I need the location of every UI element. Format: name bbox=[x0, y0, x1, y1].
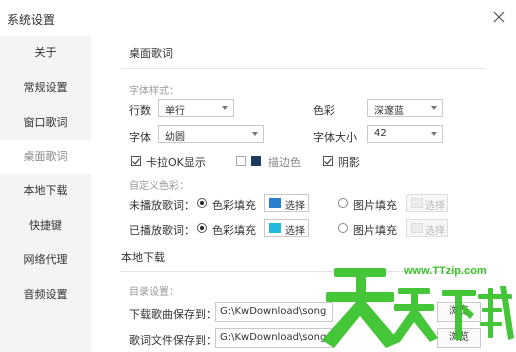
settings-content: 桌面歌词 字体样式： 行数 单行 色彩 深邃蓝 字体 幼圆 字体大小 42 卡拉… bbox=[91, 36, 516, 352]
select-button-label: 选择 bbox=[425, 226, 445, 237]
select-button-label: 选择 bbox=[285, 226, 305, 237]
sidebar-item-local-download[interactable]: 本地下载 bbox=[0, 174, 91, 208]
image-swatch-icon bbox=[411, 223, 423, 233]
sidebar-item-label: 快捷键 bbox=[29, 219, 62, 232]
unplayed-image-fill-label: 图片填充 bbox=[353, 199, 397, 212]
image-swatch-icon bbox=[411, 198, 423, 208]
font-label: 字体 bbox=[129, 131, 151, 144]
font-size-label: 字体大小 bbox=[313, 131, 357, 144]
played-color-fill-label: 色彩填充 bbox=[212, 224, 256, 237]
chevron-down-icon bbox=[431, 132, 437, 136]
lyrics-save-path-input[interactable]: G:\KwDownload\song bbox=[215, 328, 333, 348]
sidebar-item-label: 桌面歌词 bbox=[23, 150, 68, 163]
shadow-checkbox[interactable] bbox=[323, 156, 333, 166]
font-select-value: 幼圆 bbox=[165, 132, 185, 143]
settings-sidebar: 关于 常规设置 窗口歌词 桌面歌词 本地下载 快捷键 网络代理 音频设置 bbox=[0, 36, 91, 352]
shadow-label: 阴影 bbox=[338, 156, 360, 169]
sidebar-item-label: 本地下载 bbox=[23, 184, 68, 197]
played-image-fill-label: 图片填充 bbox=[353, 224, 397, 237]
color-swatch-icon bbox=[269, 223, 281, 233]
song-save-path-value: G:\KwDownload\song bbox=[220, 306, 327, 317]
chevron-down-icon bbox=[252, 132, 258, 136]
font-size-select[interactable]: 42 bbox=[367, 125, 443, 143]
directory-group-label: 目录设置： bbox=[129, 287, 179, 298]
played-color-select-button[interactable]: 选择 bbox=[264, 219, 309, 237]
chevron-down-icon bbox=[431, 106, 437, 110]
close-icon[interactable] bbox=[491, 9, 507, 25]
font-size-select-value: 42 bbox=[374, 128, 387, 139]
color-select-value: 深邃蓝 bbox=[374, 106, 404, 117]
sidebar-item-proxy[interactable]: 网络代理 bbox=[0, 243, 91, 277]
title-bar: 系统设置 bbox=[0, 0, 516, 36]
chevron-down-icon bbox=[222, 106, 228, 110]
unplayed-image-fill-radio[interactable] bbox=[338, 198, 348, 208]
rows-label: 行数 bbox=[129, 104, 151, 117]
played-image-fill-radio[interactable] bbox=[338, 223, 348, 233]
karaoke-checkbox[interactable] bbox=[131, 156, 141, 166]
song-browse-button[interactable]: 浏览 bbox=[437, 302, 481, 322]
stroke-checkbox[interactable] bbox=[236, 156, 246, 166]
unplayed-image-select-button[interactable]: 选择 bbox=[406, 194, 448, 212]
sidebar-item-desktop-lyrics[interactable]: 桌面歌词 bbox=[0, 140, 91, 174]
song-save-path-input[interactable]: G:\KwDownload\song bbox=[215, 302, 333, 322]
song-save-label: 下载歌曲保存到： bbox=[129, 308, 217, 321]
sidebar-item-label: 关于 bbox=[34, 46, 57, 59]
color-label: 色彩 bbox=[313, 104, 335, 117]
sidebar-item-label: 网络代理 bbox=[23, 253, 68, 266]
section-divider bbox=[121, 271, 485, 272]
browse-button-label: 浏览 bbox=[449, 332, 469, 343]
stroke-color-swatch[interactable] bbox=[251, 156, 261, 166]
section-title-local-download: 本地下载 bbox=[121, 251, 165, 264]
section-divider bbox=[121, 68, 485, 69]
sidebar-item-general[interactable]: 常规设置 bbox=[0, 71, 91, 105]
section-title-desktop-lyrics: 桌面歌词 bbox=[129, 47, 173, 60]
sidebar-item-label: 常规设置 bbox=[23, 81, 68, 94]
sidebar-item-about[interactable]: 关于 bbox=[0, 36, 91, 70]
rows-select[interactable]: 单行 bbox=[158, 99, 234, 117]
select-button-label: 选择 bbox=[425, 201, 445, 212]
played-color-fill-radio[interactable] bbox=[197, 223, 207, 233]
unplayed-color-fill-label: 色彩填充 bbox=[212, 199, 256, 212]
sidebar-item-audio[interactable]: 音频设置 bbox=[0, 278, 91, 312]
custom-color-group-label: 自定义色彩： bbox=[129, 181, 189, 192]
stroke-label: 描边色 bbox=[268, 156, 301, 169]
color-select[interactable]: 深邃蓝 bbox=[367, 99, 443, 117]
color-swatch-icon bbox=[269, 198, 281, 208]
select-button-label: 选择 bbox=[285, 201, 305, 212]
played-lyrics-label: 已播放歌词： bbox=[129, 224, 195, 237]
font-style-group-label: 字体样式： bbox=[129, 86, 179, 97]
window-title: 系统设置 bbox=[7, 13, 56, 27]
sidebar-item-label: 窗口歌词 bbox=[23, 116, 68, 129]
rows-select-value: 单行 bbox=[165, 106, 185, 117]
unplayed-color-select-button[interactable]: 选择 bbox=[264, 194, 309, 212]
sidebar-item-label: 音频设置 bbox=[23, 288, 68, 301]
played-image-select-button[interactable]: 选择 bbox=[406, 219, 448, 237]
sidebar-item-hotkeys[interactable]: 快捷键 bbox=[0, 209, 91, 243]
font-select[interactable]: 幼圆 bbox=[158, 125, 264, 143]
lyrics-save-label: 歌词文件保存到： bbox=[129, 334, 217, 347]
unplayed-lyrics-label: 未播放歌词： bbox=[129, 199, 195, 212]
lyrics-save-path-value: G:\KwDownload\song bbox=[220, 332, 327, 343]
karaoke-label: 卡拉OK显示 bbox=[146, 156, 206, 169]
unplayed-color-fill-radio[interactable] bbox=[197, 198, 207, 208]
lyrics-browse-button[interactable]: 浏览 bbox=[437, 328, 481, 348]
browse-button-label: 浏览 bbox=[449, 306, 469, 317]
sidebar-item-window-lyrics[interactable]: 窗口歌词 bbox=[0, 106, 91, 140]
